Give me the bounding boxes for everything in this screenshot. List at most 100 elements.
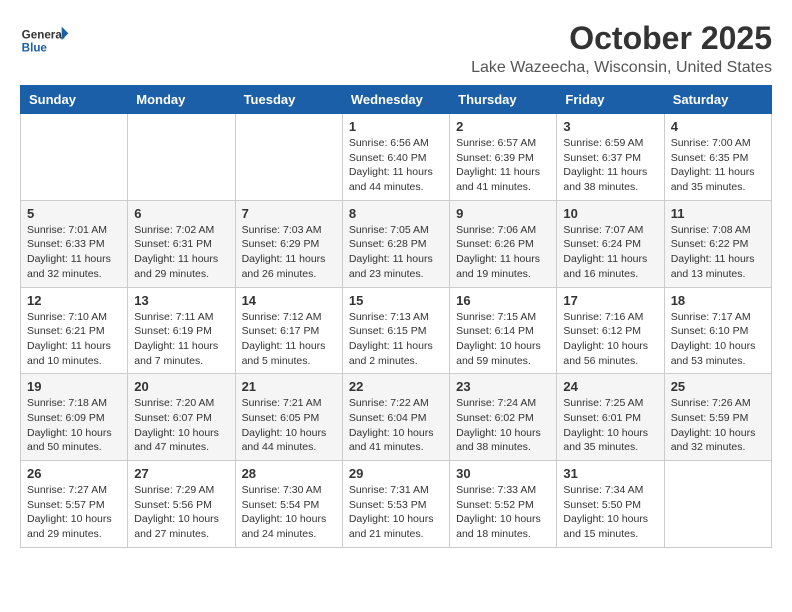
calendar-cell: 17Sunrise: 7:16 AM Sunset: 6:12 PM Dayli… (557, 287, 664, 374)
calendar-cell: 21 Sunrise: 7:21 AM Sunset: 6:05 PM Dayli… (235, 374, 342, 461)
weekday-header-saturday: Saturday (664, 86, 771, 114)
day-info: Sunrise: 7:25 AM Sunset: 6:01 PM Dayligh… (563, 396, 657, 455)
day-info: Sunrise: 7:10 AM Sunset: 6:21 PM Dayligh… (27, 310, 121, 369)
day-number: 16 (456, 293, 550, 308)
day-info: Sunrise: 7:21 AM Sunset: 6:05 PM Dayligh… (242, 396, 336, 455)
calendar-cell: 19Sunrise: 7:18 AM Sunset: 6:09 PM Dayli… (21, 374, 128, 461)
calendar-cell: 18 Sunrise: 7:17 AM Sunset: 6:10 PM Dayli… (664, 287, 771, 374)
calendar-cell: 24 Sunrise: 7:25 AM Sunset: 6:01 PM Dayli… (557, 374, 664, 461)
day-info: Sunrise: 7:22 AM Sunset: 6:04 PM Dayligh… (349, 396, 443, 455)
day-number: 15 (349, 293, 443, 308)
week-row-1: 1Sunrise: 6:56 AM Sunset: 6:40 PM Daylig… (21, 114, 772, 201)
calendar-cell: 3 Sunrise: 6:59 AM Sunset: 6:37 PM Daylig… (557, 114, 664, 201)
header: General Blue October 2025 Lake Wazeecha,… (20, 20, 772, 77)
calendar-cell: 7Sunrise: 7:03 AM Sunset: 6:29 PM Daylig… (235, 200, 342, 287)
day-number: 22 (349, 379, 443, 394)
day-number: 4 (671, 119, 765, 134)
weekday-header-row: SundayMondayTuesdayWednesdayThursdayFrid… (21, 86, 772, 114)
calendar-cell: 4Sunrise: 7:00 AM Sunset: 6:35 PM Daylig… (664, 114, 771, 201)
week-row-2: 5 Sunrise: 7:01 AM Sunset: 6:33 PM Daylig… (21, 200, 772, 287)
calendar-cell: 10 Sunrise: 7:07 AM Sunset: 6:24 PM Dayli… (557, 200, 664, 287)
weekday-header-tuesday: Tuesday (235, 86, 342, 114)
day-info: Sunrise: 7:13 AM Sunset: 6:15 PM Dayligh… (349, 310, 443, 369)
calendar-cell: 15 Sunrise: 7:13 AM Sunset: 6:15 PM Dayli… (342, 287, 449, 374)
calendar-cell: 23 Sunrise: 7:24 AM Sunset: 6:02 PM Dayli… (450, 374, 557, 461)
day-number: 2 (456, 119, 550, 134)
day-number: 20 (134, 379, 228, 394)
day-info: Sunrise: 7:17 AM Sunset: 6:10 PM Dayligh… (671, 310, 765, 369)
day-info: Sunrise: 7:15 AM Sunset: 6:14 PM Dayligh… (456, 310, 550, 369)
day-number: 28 (242, 466, 336, 481)
calendar-cell (128, 114, 235, 201)
day-info: Sunrise: 7:20 AM Sunset: 6:07 PM Dayligh… (134, 396, 228, 455)
day-number: 18 (671, 293, 765, 308)
weekday-header-sunday: Sunday (21, 86, 128, 114)
day-info: Sunrise: 7:29 AM Sunset: 5:56 PM Dayligh… (134, 483, 228, 542)
title-section: October 2025 Lake Wazeecha, Wisconsin, U… (471, 20, 772, 77)
day-number: 1 (349, 119, 443, 134)
week-row-3: 12Sunrise: 7:10 AM Sunset: 6:21 PM Dayli… (21, 287, 772, 374)
calendar-title: October 2025 (471, 20, 772, 57)
day-number: 8 (349, 206, 443, 221)
day-number: 19 (27, 379, 121, 394)
day-info: Sunrise: 7:01 AM Sunset: 6:33 PM Dayligh… (27, 223, 121, 282)
day-number: 14 (242, 293, 336, 308)
day-info: Sunrise: 7:11 AM Sunset: 6:19 PM Dayligh… (134, 310, 228, 369)
calendar-table: SundayMondayTuesdayWednesdayThursdayFrid… (20, 85, 772, 548)
day-number: 6 (134, 206, 228, 221)
day-info: Sunrise: 7:12 AM Sunset: 6:17 PM Dayligh… (242, 310, 336, 369)
week-row-4: 19Sunrise: 7:18 AM Sunset: 6:09 PM Dayli… (21, 374, 772, 461)
day-info: Sunrise: 7:08 AM Sunset: 6:22 PM Dayligh… (671, 223, 765, 282)
day-info: Sunrise: 7:30 AM Sunset: 5:54 PM Dayligh… (242, 483, 336, 542)
calendar-cell: 26 Sunrise: 7:27 AM Sunset: 5:57 PM Dayli… (21, 461, 128, 548)
day-info: Sunrise: 6:59 AM Sunset: 6:37 PM Dayligh… (563, 136, 657, 195)
day-info: Sunrise: 7:24 AM Sunset: 6:02 PM Dayligh… (456, 396, 550, 455)
calendar-cell: 1Sunrise: 6:56 AM Sunset: 6:40 PM Daylig… (342, 114, 449, 201)
day-number: 24 (563, 379, 657, 394)
day-number: 26 (27, 466, 121, 481)
day-info: Sunrise: 7:26 AM Sunset: 5:59 PM Dayligh… (671, 396, 765, 455)
calendar-cell (235, 114, 342, 201)
calendar-cell: 5 Sunrise: 7:01 AM Sunset: 6:33 PM Daylig… (21, 200, 128, 287)
calendar-cell: 27 Sunrise: 7:29 AM Sunset: 5:56 PM Dayli… (128, 461, 235, 548)
calendar-cell: 2Sunrise: 6:57 AM Sunset: 6:39 PM Daylig… (450, 114, 557, 201)
weekday-header-thursday: Thursday (450, 86, 557, 114)
calendar-cell: 14 Sunrise: 7:12 AM Sunset: 6:17 PM Dayli… (235, 287, 342, 374)
calendar-cell: 30 Sunrise: 7:33 AM Sunset: 5:52 PM Dayli… (450, 461, 557, 548)
calendar-cell: 25Sunrise: 7:26 AM Sunset: 5:59 PM Dayli… (664, 374, 771, 461)
calendar-cell: 8Sunrise: 7:05 AM Sunset: 6:28 PM Daylig… (342, 200, 449, 287)
day-info: Sunrise: 7:02 AM Sunset: 6:31 PM Dayligh… (134, 223, 228, 282)
day-info: Sunrise: 7:31 AM Sunset: 5:53 PM Dayligh… (349, 483, 443, 542)
day-number: 27 (134, 466, 228, 481)
day-info: Sunrise: 7:06 AM Sunset: 6:26 PM Dayligh… (456, 223, 550, 282)
calendar-cell: 31Sunrise: 7:34 AM Sunset: 5:50 PM Dayli… (557, 461, 664, 548)
day-number: 7 (242, 206, 336, 221)
day-number: 13 (134, 293, 228, 308)
day-info: Sunrise: 7:07 AM Sunset: 6:24 PM Dayligh… (563, 223, 657, 282)
day-number: 21 (242, 379, 336, 394)
calendar-cell (21, 114, 128, 201)
calendar-cell: 20 Sunrise: 7:20 AM Sunset: 6:07 PM Dayli… (128, 374, 235, 461)
calendar-cell (664, 461, 771, 548)
calendar-cell: 16 Sunrise: 7:15 AM Sunset: 6:14 PM Dayli… (450, 287, 557, 374)
weekday-header-monday: Monday (128, 86, 235, 114)
day-number: 31 (563, 466, 657, 481)
day-number: 10 (563, 206, 657, 221)
calendar-cell: 11 Sunrise: 7:08 AM Sunset: 6:22 PM Dayli… (664, 200, 771, 287)
calendar-cell: 6 Sunrise: 7:02 AM Sunset: 6:31 PM Daylig… (128, 200, 235, 287)
day-info: Sunrise: 7:27 AM Sunset: 5:57 PM Dayligh… (27, 483, 121, 542)
day-number: 23 (456, 379, 550, 394)
day-number: 30 (456, 466, 550, 481)
day-info: Sunrise: 7:33 AM Sunset: 5:52 PM Dayligh… (456, 483, 550, 542)
day-number: 5 (27, 206, 121, 221)
weekday-header-wednesday: Wednesday (342, 86, 449, 114)
day-number: 29 (349, 466, 443, 481)
calendar-cell: 29 Sunrise: 7:31 AM Sunset: 5:53 PM Dayli… (342, 461, 449, 548)
day-number: 3 (563, 119, 657, 134)
calendar-cell: 13 Sunrise: 7:11 AM Sunset: 6:19 PM Dayli… (128, 287, 235, 374)
day-number: 9 (456, 206, 550, 221)
calendar-cell: 9 Sunrise: 7:06 AM Sunset: 6:26 PM Daylig… (450, 200, 557, 287)
svg-text:General: General (22, 28, 65, 41)
day-number: 11 (671, 206, 765, 221)
calendar-cell: 22 Sunrise: 7:22 AM Sunset: 6:04 PM Dayli… (342, 374, 449, 461)
